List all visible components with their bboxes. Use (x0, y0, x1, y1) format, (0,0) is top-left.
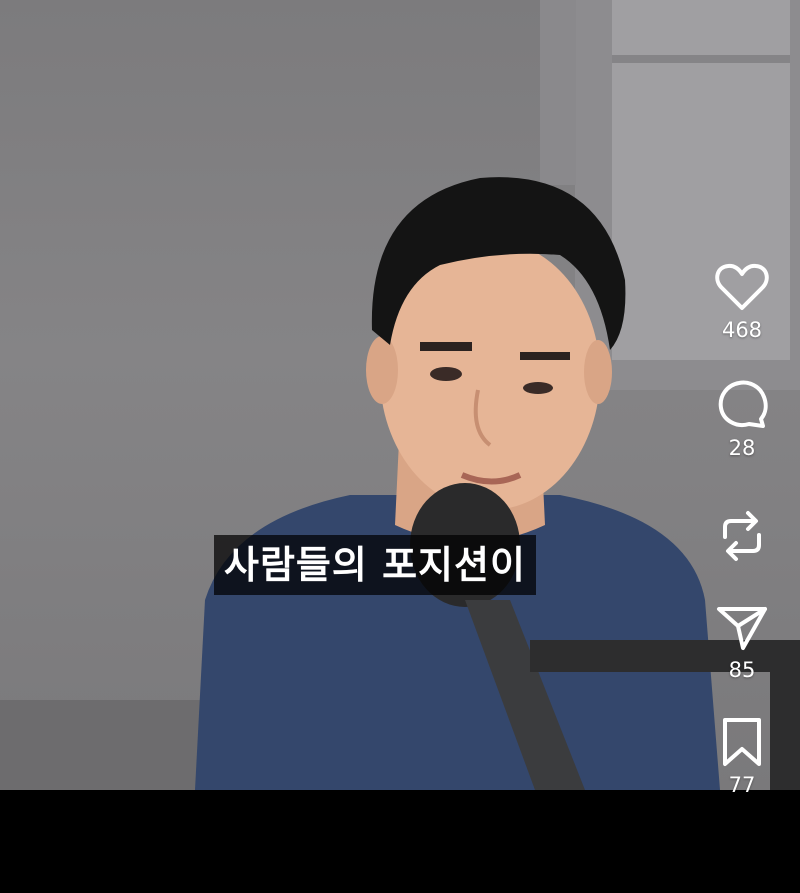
repost-icon (723, 511, 761, 561)
share-count: 85 (728, 658, 756, 682)
action-rail: 468 28 85 77 (700, 262, 784, 797)
like-count: 468 (721, 318, 763, 342)
repost-button[interactable] (717, 509, 767, 604)
like-button[interactable]: 468 (715, 262, 769, 372)
share-button[interactable]: 85 (716, 604, 768, 709)
bottom-bar (0, 790, 800, 893)
heart-icon (715, 263, 769, 310)
paper-plane-icon (717, 607, 767, 650)
comment-count: 28 (728, 436, 756, 460)
comment-bubble-icon (718, 380, 768, 428)
save-count: 77 (728, 773, 756, 797)
video-frame[interactable]: 사람들의 포지션이 (0, 0, 800, 790)
video-caption: 사람들의 포지션이 (214, 535, 536, 595)
video-scene (0, 0, 800, 790)
bookmark-icon (723, 718, 761, 766)
save-button[interactable]: 77 (720, 717, 764, 797)
comment-button[interactable]: 28 (716, 378, 768, 503)
